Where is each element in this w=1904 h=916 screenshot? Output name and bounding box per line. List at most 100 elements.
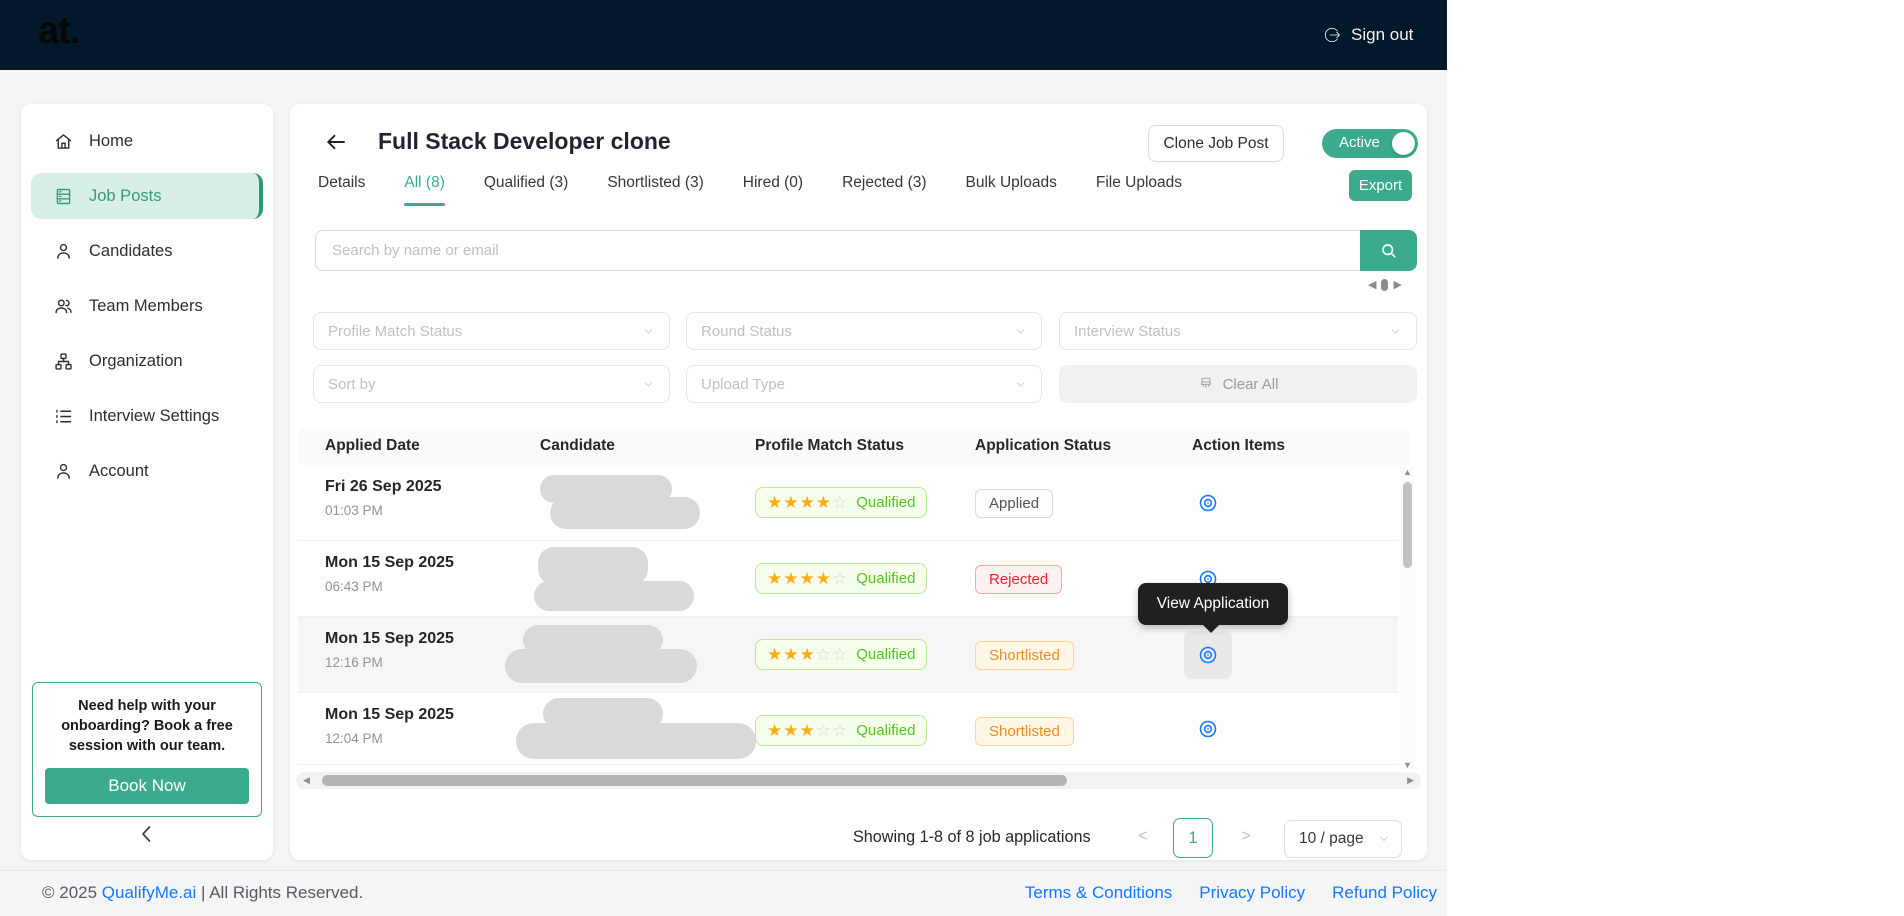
star-icon: ★ bbox=[767, 493, 784, 512]
search-button[interactable] bbox=[1360, 230, 1417, 271]
view-application-button[interactable] bbox=[1184, 705, 1232, 753]
sort-by-dropdown[interactable]: Sort by bbox=[313, 365, 670, 403]
horizontal-scrollbar[interactable]: ◀ ▶ bbox=[296, 772, 1421, 789]
profile-match-badge: ★★★★☆ Qualified bbox=[755, 487, 928, 518]
back-button[interactable] bbox=[324, 130, 348, 154]
scroll-down-icon[interactable]: ▼ bbox=[1403, 760, 1412, 770]
team-icon bbox=[55, 299, 72, 313]
eye-icon bbox=[1199, 646, 1217, 664]
pagination-page-1[interactable]: 1 bbox=[1173, 818, 1213, 858]
search-bar bbox=[315, 230, 1417, 271]
scroll-left-icon[interactable]: ◀ bbox=[303, 775, 310, 786]
sidebar-collapse-button[interactable] bbox=[21, 822, 273, 846]
refund-link[interactable]: Refund Policy bbox=[1332, 883, 1437, 903]
tab-shortlisted[interactable]: Shortlisted (3) bbox=[607, 174, 703, 204]
search-input[interactable] bbox=[315, 230, 1361, 271]
book-now-button[interactable]: Book Now bbox=[45, 768, 249, 804]
tab-qualified[interactable]: Qualified (3) bbox=[484, 174, 568, 204]
profile-match-badge: ★★★★☆ Qualified bbox=[755, 563, 928, 594]
eye-icon bbox=[1199, 494, 1217, 512]
sidebar-item-label: Organization bbox=[89, 351, 183, 370]
pagination-next-button[interactable]: > bbox=[1241, 826, 1251, 846]
table-header: Applied Date Candidate Profile Match Sta… bbox=[298, 428, 1410, 465]
tab-rejected[interactable]: Rejected (3) bbox=[842, 174, 926, 204]
profile-match-badge: ★★★☆☆ Qualified bbox=[755, 715, 928, 746]
org-chart-icon bbox=[55, 352, 72, 370]
upload-type-dropdown[interactable]: Upload Type bbox=[686, 365, 1042, 403]
applied-date: Mon 15 Sep 2025 bbox=[325, 706, 454, 723]
privacy-link[interactable]: Privacy Policy bbox=[1199, 883, 1305, 903]
tab-file-uploads[interactable]: File Uploads bbox=[1096, 174, 1182, 204]
sidebar-item-account[interactable]: Account bbox=[31, 448, 263, 494]
profile-match-status-dropdown[interactable]: Profile Match Status bbox=[313, 312, 670, 350]
scroll-right-icon[interactable]: ▶ bbox=[1407, 775, 1414, 786]
vertical-scrollbar[interactable]: ▲ ▼ bbox=[1400, 467, 1415, 770]
vertical-scrollbar-thumb[interactable] bbox=[1403, 482, 1412, 568]
applied-time: 12:04 PM bbox=[325, 731, 383, 746]
star-icon: ☆ bbox=[832, 569, 849, 588]
sidebar-item-organization[interactable]: Organization bbox=[31, 338, 263, 384]
pagination-prev-button[interactable]: < bbox=[1138, 826, 1148, 846]
brand-link[interactable]: QualifyMe.ai bbox=[102, 883, 196, 902]
tab-details[interactable]: Details bbox=[318, 174, 365, 204]
star-icon: ☆ bbox=[832, 493, 849, 512]
view-application-tooltip: View Application bbox=[1138, 583, 1288, 633]
sidebar-item-home[interactable]: Home bbox=[31, 118, 263, 164]
scroll-up-icon[interactable]: ▲ bbox=[1403, 467, 1412, 477]
sign-out-button[interactable]: Sign out bbox=[1322, 20, 1413, 50]
column-header-candidate: Candidate bbox=[540, 437, 615, 454]
sidebar-item-candidates[interactable]: Candidates bbox=[31, 228, 263, 274]
job-post-panel: Full Stack Developer clone Clone Job Pos… bbox=[290, 104, 1427, 860]
job-tabs: Details All (8) Qualified (3) Shortliste… bbox=[318, 174, 1182, 206]
star-icon: ★ bbox=[783, 569, 800, 588]
person-icon bbox=[57, 463, 70, 479]
page-size-select[interactable]: 10 / page bbox=[1284, 820, 1402, 858]
sign-out-label: Sign out bbox=[1351, 25, 1414, 44]
terms-link[interactable]: Terms & Conditions bbox=[1025, 883, 1172, 903]
dropdown-placeholder: Round Status bbox=[701, 322, 792, 340]
star-icon: ☆ bbox=[815, 721, 832, 740]
sidebar-item-label: Account bbox=[89, 461, 149, 480]
export-button[interactable]: Export bbox=[1349, 170, 1412, 201]
match-label: Qualified bbox=[856, 494, 916, 511]
tab-all[interactable]: All (8) bbox=[404, 174, 446, 206]
chevron-left-icon bbox=[142, 826, 151, 842]
carousel-prev-icon[interactable]: ◀ bbox=[1368, 278, 1376, 291]
interview-status-dropdown[interactable]: Interview Status bbox=[1059, 312, 1417, 350]
applied-time: 12:16 PM bbox=[325, 655, 383, 670]
star-icon: ★ bbox=[815, 493, 832, 512]
tab-bulk-uploads[interactable]: Bulk Uploads bbox=[966, 174, 1057, 204]
horizontal-scrollbar-thumb[interactable] bbox=[322, 775, 1067, 786]
toggle-label: Active bbox=[1339, 134, 1380, 151]
dropdown-placeholder: Upload Type bbox=[701, 375, 785, 393]
view-application-button[interactable] bbox=[1184, 631, 1232, 679]
clone-job-post-button[interactable]: Clone Job Post bbox=[1148, 125, 1284, 162]
star-icon: ☆ bbox=[815, 645, 832, 664]
chevron-down-icon bbox=[1380, 837, 1388, 841]
applied-date: Mon 15 Sep 2025 bbox=[325, 554, 454, 571]
status-badge: Shortlisted bbox=[975, 717, 1074, 746]
star-icon: ★ bbox=[767, 569, 784, 588]
logout-icon bbox=[1324, 27, 1340, 43]
chevron-down-icon bbox=[1016, 381, 1025, 387]
match-label: Qualified bbox=[856, 646, 916, 663]
carousel-next-icon[interactable]: ▶ bbox=[1393, 278, 1401, 291]
clear-all-button[interactable]: Clear All bbox=[1059, 365, 1417, 403]
tab-hired[interactable]: Hired (0) bbox=[743, 174, 803, 204]
chevron-down-icon bbox=[1016, 328, 1025, 334]
dropdown-placeholder: Sort by bbox=[328, 375, 376, 393]
sidebar-item-label: Candidates bbox=[89, 241, 173, 260]
star-rating: ★★★★☆ bbox=[767, 570, 848, 587]
view-application-button[interactable] bbox=[1184, 479, 1232, 527]
job-status-toggle[interactable]: Active bbox=[1322, 129, 1418, 158]
sidebar-item-label: Job Posts bbox=[89, 186, 162, 205]
sidebar-item-team-members[interactable]: Team Members bbox=[31, 283, 263, 329]
redacted-candidate-name bbox=[550, 497, 700, 529]
star-icon: ★ bbox=[767, 645, 784, 664]
match-label: Qualified bbox=[856, 570, 916, 587]
sidebar-item-job-posts[interactable]: Job Posts bbox=[31, 173, 263, 219]
round-status-dropdown[interactable]: Round Status bbox=[686, 312, 1042, 350]
star-rating: ★★★★☆ bbox=[767, 494, 848, 511]
list-icon bbox=[56, 409, 72, 423]
sidebar-item-interview-settings[interactable]: Interview Settings bbox=[31, 393, 263, 439]
